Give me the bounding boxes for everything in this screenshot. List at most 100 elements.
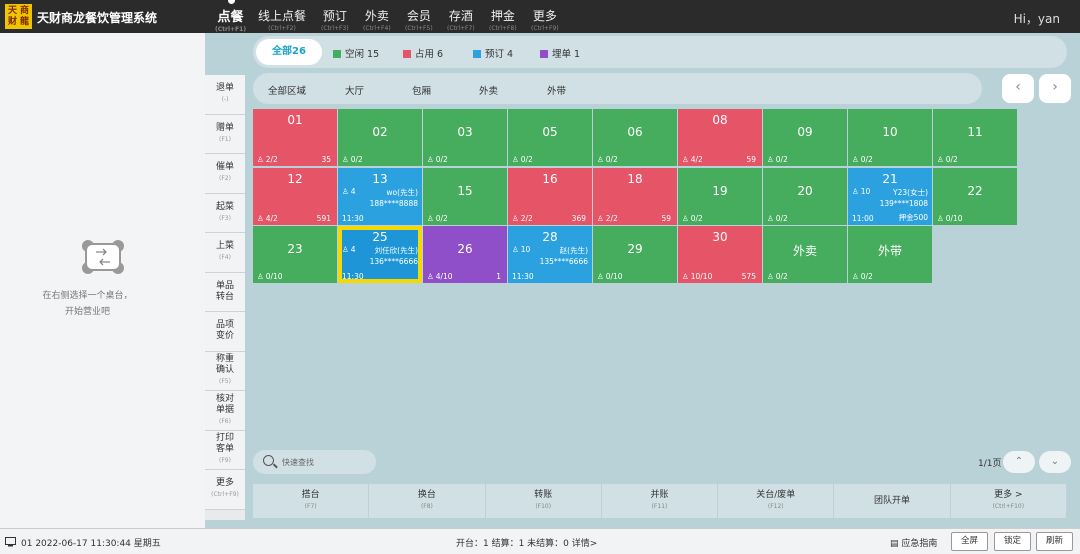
nav-tab-0[interactable]: 点餐 (Ctrl+F1) [215,0,246,33]
nav-tab-6[interactable]: 押金 (Ctrl+F8) [489,7,517,32]
nav-tab-5[interactable]: 存酒 (Ctrl+F7) [447,7,475,32]
table-amount: 59 [661,213,671,223]
search-input[interactable]: 快速查找 [282,457,314,468]
table-12[interactable]: 12 ♙ 4/2 591 [253,167,337,225]
table-21[interactable]: 21 ♙ 10 Y23(女士) 139****1808 11:00 押金500 [848,167,932,225]
table-06[interactable]: 06 ♙ 0/2 [593,109,677,166]
table-action-1[interactable]: 换台 (F8) [369,484,486,518]
action-button-1[interactable]: 赠单 (F1) [205,114,245,154]
table-02[interactable]: 02 ♙ 0/2 [338,109,422,166]
status-filter-0[interactable]: 空闲 15 [333,46,379,60]
status-filter-3[interactable]: 埋单 1 [540,46,580,60]
zone-tab-4[interactable]: 外带 [547,83,566,97]
action-button-0[interactable]: 退单 (-) [205,75,245,115]
refresh-button[interactable]: 刷新 [1036,532,1073,551]
table-guests: ♙ 4/2 [682,155,703,164]
zone-tab-3[interactable]: 外卖 [479,83,498,97]
table-11[interactable]: 11 ♙ 0/2 [933,109,1017,166]
footer-bar: 01 2022-06-17 11:30:44 星期五 开台：1 结算：1 未结算… [0,528,1080,554]
reservation-customer: wo(先生) [386,187,418,197]
nav-tab-1[interactable]: 线上点餐 (Ctrl+F2) [258,7,306,32]
table-30[interactable]: 30 ♙ 10/10 575 [678,226,762,283]
table-19[interactable]: 19 ♙ 0/2 [678,167,762,225]
prev-zone-button[interactable]: ‹ [1002,74,1034,103]
action-button-9[interactable]: 打印 客单 (F9) [205,430,245,470]
table-08[interactable]: 08 ♙ 4/2 59 [678,109,762,166]
table-action-6[interactable]: 更多 > (Ctrl+F10) [951,484,1067,518]
action-button-2[interactable]: 催单 (F2) [205,154,245,194]
table-number: 25 [372,230,388,244]
page-down-button[interactable]: ⌄ [1039,451,1071,473]
table-22[interactable]: 22 ♙ 0/10 [933,167,1017,225]
action-shortcut: (F5) [219,378,231,386]
table-28[interactable]: 28 ♙ 10 赵(先生) 135****6666 11:30 [508,226,592,283]
user-greeting[interactable]: Hi，yan [1014,10,1060,27]
action-label: 打印 客单 [215,433,234,455]
table-guests: ♙ 4/2 [257,213,278,223]
table-guests: ♙ 0/2 [597,155,618,164]
table-guests: ♙ 10/10 [682,272,713,281]
status-filter-2[interactable]: 预订 4 [473,46,513,60]
monitor-icon [5,537,16,547]
table-action-2[interactable]: 转账 (F10) [486,484,602,518]
action-button-7[interactable]: 称重 确认 (F5) [205,351,245,391]
table-guests: ♙ 0/2 [852,272,873,281]
table-外卖[interactable]: 外卖 ♙ 0/2 [763,226,847,283]
table-action-0[interactable]: 搭台 (F7) [253,484,370,518]
table-23[interactable]: 23 ♙ 0/10 [253,226,337,283]
table-action-shortcut: (Ctrl+F10) [992,503,1025,510]
action-button-8[interactable]: 核对 单据 (F6) [205,391,245,431]
table-10[interactable]: 10 ♙ 0/2 [848,109,932,166]
nav-tab-7[interactable]: 更多 (Ctrl+F9) [531,7,559,32]
action-label: 上菜 [215,241,234,252]
nav-tab-label: 更多 [532,9,557,23]
nav-tab-2[interactable]: 预订 (Ctrl+F3) [321,7,349,32]
emergency-guide-link[interactable]: ▤ 应急指南 [890,536,937,549]
action-button-4[interactable]: 上菜 (F4) [205,233,245,273]
person-icon: ♙ [512,155,519,164]
session-info: 01 2022-06-17 11:30:44 星期五 [21,539,161,549]
status-filter-all[interactable]: 全部26 [256,39,322,65]
action-shortcut: (F1) [219,135,231,143]
table-05[interactable]: 05 ♙ 0/2 [508,109,592,166]
fullscreen-button[interactable]: 全屏 [951,532,988,551]
table-外带[interactable]: 外带 ♙ 0/2 [848,226,932,283]
table-09[interactable]: 09 ♙ 0/2 [763,109,847,166]
table-26[interactable]: 26 ♙ 4/10 1 [423,226,507,283]
lock-button[interactable]: 锁定 [994,532,1031,551]
table-13[interactable]: 13 ♙ 4 wo(先生) 188****8888 11:30 [338,167,422,225]
table-20[interactable]: 20 ♙ 0/2 [763,167,847,225]
nav-tab-3[interactable]: 外卖 (Ctrl+F4) [363,7,391,32]
table-25[interactable]: 25 ♙ 4 刘任欣(先生) 136****6666 11:30 [338,226,422,283]
table-15[interactable]: 15 ♙ 0/2 [423,167,507,225]
table-29[interactable]: 29 ♙ 0/10 [593,226,677,283]
table-01[interactable]: 01 ♙ 2/2 35 [253,109,337,166]
table-action-3[interactable]: 并账 (F11) [602,484,719,518]
action-button-10[interactable]: 更多 (Ctrl+F9) [205,470,245,510]
zone-tab-0[interactable]: 全部区域 [268,83,306,97]
action-button-6[interactable]: 品项 变价 [205,312,245,352]
table-guests: ♙ 0/2 [342,155,363,164]
person-icon: ♙ [427,272,434,281]
zone-tab-2[interactable]: 包厢 [412,83,431,97]
action-button-3[interactable]: 起菜 (F3) [205,193,245,233]
table-action-4[interactable]: 关台/废单 (F12) [718,484,835,518]
status-filter-1[interactable]: 占用 6 [403,46,443,60]
next-zone-button[interactable]: › [1039,74,1071,103]
table-16[interactable]: 16 ♙ 2/2 369 [508,167,592,225]
table-action-5[interactable]: 团队开单 [834,484,951,518]
action-button-5[interactable]: 单品 转台 [205,272,245,312]
active-indicator [227,0,235,4]
status-filter-label: 预订 4 [485,49,514,60]
quick-search[interactable]: 快速查找 [253,450,376,474]
table-18[interactable]: 18 ♙ 2/2 59 [593,167,677,225]
settlement-stats[interactable]: 开台：1 结算：1 未结算：0 详情> [456,536,597,549]
table-03[interactable]: 03 ♙ 0/2 [423,109,507,166]
zone-tab-1[interactable]: 大厅 [345,83,364,97]
table-guests: ♙ 0/2 [852,155,873,164]
table-action-shortcut: (F7) [304,503,317,510]
person-icon: ♙ [767,272,774,281]
table-number: 01 [287,113,303,127]
nav-tab-4[interactable]: 会员 (Ctrl+F5) [405,7,433,32]
page-up-button[interactable]: ⌃ [1003,451,1035,473]
